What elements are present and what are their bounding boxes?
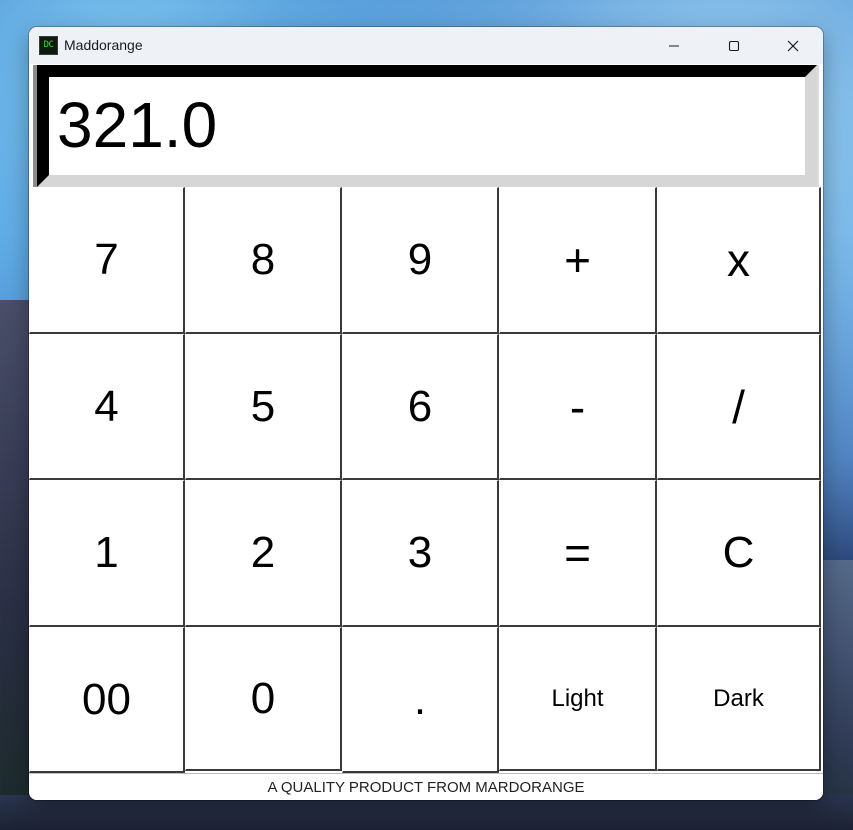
keypad: 7 8 9 + x 4 5 6 - / 1 2 3 = C 00 0 . Lig… — [29, 187, 823, 773]
footer-credit: A QUALITY PRODUCT FROM MARDORANGE — [29, 773, 823, 800]
key-4[interactable]: 4 — [29, 334, 185, 480]
key-3[interactable]: 3 — [342, 480, 499, 627]
display-value: 321.0 — [57, 89, 218, 161]
key-double-zero[interactable]: 00 — [29, 627, 185, 773]
key-9[interactable]: 9 — [342, 187, 499, 334]
dark-theme-button[interactable]: Dark — [657, 627, 821, 771]
close-icon — [787, 40, 799, 51]
key-equals[interactable]: = — [499, 480, 657, 627]
key-2[interactable]: 2 — [185, 480, 342, 627]
key-plus[interactable]: + — [499, 187, 657, 334]
key-1[interactable]: 1 — [29, 480, 185, 627]
key-clear[interactable]: C — [657, 480, 821, 627]
key-multiply[interactable]: x — [657, 187, 821, 334]
display-screen[interactable]: 321.0 — [37, 65, 817, 187]
key-5[interactable]: 5 — [185, 334, 342, 480]
key-6[interactable]: 6 — [342, 334, 499, 480]
close-button[interactable] — [764, 27, 822, 64]
wallpaper-hill-right — [818, 560, 853, 830]
key-7[interactable]: 7 — [29, 187, 185, 334]
light-theme-button[interactable]: Light — [499, 627, 657, 771]
key-divide[interactable]: / — [657, 334, 821, 480]
key-minus[interactable]: - — [499, 334, 657, 480]
app-logo-icon: DC — [39, 36, 58, 55]
display-frame: 321.0 — [33, 65, 819, 187]
maximize-button[interactable] — [705, 27, 763, 64]
calculator-window: DC Maddorange 321.0 7 8 9 + x 4 5 6 - / … — [29, 27, 823, 800]
wallpaper-ground — [0, 795, 853, 830]
title-bar[interactable]: DC Maddorange — [29, 27, 823, 64]
key-0[interactable]: 0 — [185, 627, 342, 771]
key-8[interactable]: 8 — [185, 187, 342, 334]
window-title: Maddorange — [64, 37, 143, 53]
minimize-icon — [669, 44, 679, 47]
minimize-button[interactable] — [645, 27, 703, 64]
key-decimal[interactable]: . — [342, 627, 499, 773]
maximize-icon — [728, 40, 740, 51]
